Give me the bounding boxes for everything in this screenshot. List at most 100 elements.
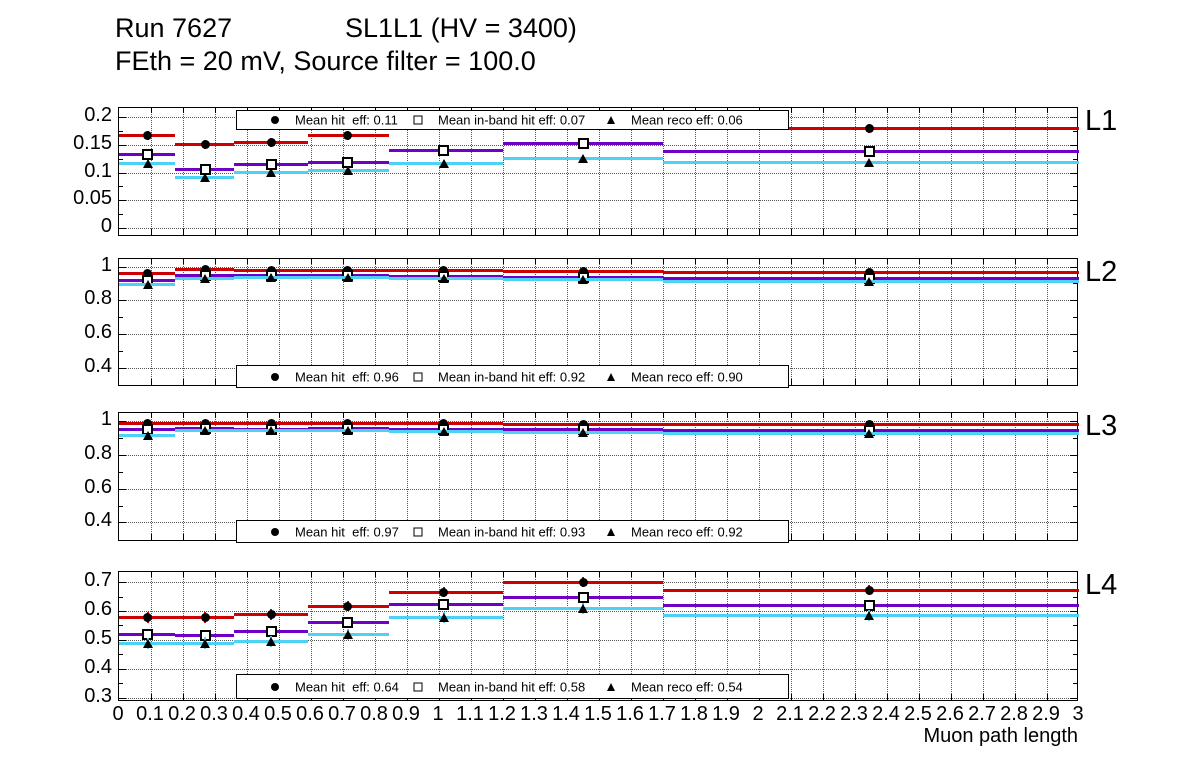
y-minor-tick-left xyxy=(119,472,123,473)
y-tick-left xyxy=(119,300,126,301)
x-tick-bottom xyxy=(983,534,984,540)
reco-marker-triangle xyxy=(864,157,875,167)
y-minor-tick-left xyxy=(119,438,123,439)
legend-box: Mean hit eff: 0.64 Mean in-band hit eff: … xyxy=(236,674,789,699)
x-tick-top xyxy=(151,413,152,418)
x-tick-bottom xyxy=(919,379,920,385)
y-minor-tick-left xyxy=(119,597,123,598)
x-tick-bottom xyxy=(823,534,824,540)
x-tick-bottom xyxy=(951,534,952,540)
y-tick-right xyxy=(1070,698,1077,699)
y-tick-left xyxy=(119,145,126,146)
x-tick-top xyxy=(855,108,856,113)
x-tick-top xyxy=(951,572,952,577)
panel-L1: Mean hit eff: 0.11 Mean in-band hit eff: … xyxy=(118,107,1079,236)
hit-marker-circle xyxy=(266,609,276,619)
hit-marker-circle xyxy=(343,131,353,141)
reco-marker-triangle xyxy=(200,638,211,648)
x-tick-bottom xyxy=(215,229,216,235)
x-tick-top xyxy=(631,413,632,418)
y-tick-right xyxy=(1070,300,1077,301)
x-tick-bottom xyxy=(1047,229,1048,235)
reco-marker-triangle xyxy=(142,280,153,290)
y-minor-tick-left xyxy=(119,214,123,215)
x-tick-top xyxy=(215,413,216,418)
x-tick-top xyxy=(983,259,984,264)
legend-filled-triangle-icon xyxy=(607,372,615,381)
x-tick-top xyxy=(823,108,824,113)
plot-area: Mean hit eff: 0.11 Mean in-band hit eff: … xyxy=(0,0,1196,772)
x-tick-top xyxy=(823,413,824,418)
x-tick-top xyxy=(215,259,216,264)
x-tick-top xyxy=(1015,572,1016,577)
y-tick-right xyxy=(1070,455,1077,456)
legend-entry-label: Mean reco eff: 0.90 xyxy=(631,369,743,384)
y-minor-tick-right xyxy=(1073,597,1077,598)
x-tick-top xyxy=(279,259,280,264)
x-tick-bottom xyxy=(215,534,216,540)
x-tick-bottom xyxy=(535,229,536,235)
reco-marker-triangle xyxy=(342,425,353,435)
x-tick-top xyxy=(183,108,184,113)
y-minor-tick-left xyxy=(119,131,123,132)
y-tick-label: 0.4 xyxy=(84,354,112,377)
x-tick-top xyxy=(887,572,888,577)
reco-marker-triangle xyxy=(864,611,875,621)
legend-box: Mean hit eff: 0.11 Mean in-band hit eff: … xyxy=(236,110,789,130)
x-tick-top xyxy=(311,413,312,418)
x-tick-top xyxy=(247,413,248,418)
y-tick-left xyxy=(119,522,126,523)
x-tick-top xyxy=(695,259,696,264)
y-tick-left xyxy=(119,582,126,583)
y-tick-left xyxy=(119,267,126,268)
x-tick-top xyxy=(599,259,600,264)
x-tick-top xyxy=(983,413,984,418)
x-tick-top xyxy=(535,413,536,418)
reco-marker-triangle xyxy=(578,428,588,438)
x-tick-bottom xyxy=(1015,379,1016,385)
x-tick-top xyxy=(663,572,664,577)
x-tick-bottom xyxy=(951,694,952,700)
x-tick-bottom xyxy=(887,534,888,540)
legend-box: Mean hit eff: 0.96 Mean in-band hit eff: … xyxy=(236,365,789,388)
x-tick-top xyxy=(727,413,728,418)
x-tick-top xyxy=(791,572,792,577)
inband-marker-square xyxy=(438,144,450,156)
y-minor-tick-left xyxy=(119,186,123,187)
x-tick-bottom xyxy=(375,229,376,235)
reco-marker-triangle xyxy=(142,158,153,168)
legend-filled-triangle-icon xyxy=(607,682,615,691)
y-gridline xyxy=(119,145,1077,146)
x-tick-bottom xyxy=(631,229,632,235)
x-tick-top xyxy=(1047,413,1048,418)
y-tick-left xyxy=(119,489,126,490)
x-tick-top xyxy=(727,259,728,264)
x-tick-top xyxy=(1015,413,1016,418)
x-tick-top xyxy=(343,259,344,264)
x-tick-bottom xyxy=(439,229,440,235)
x-tick-top xyxy=(983,108,984,113)
x-tick-top xyxy=(631,259,632,264)
x-tick-top xyxy=(919,259,920,264)
legend-entry-label: Mean hit eff: 0.11 xyxy=(295,112,398,128)
x-tick-top xyxy=(599,413,600,418)
x-tick-bottom xyxy=(1015,534,1016,540)
x-tick-top xyxy=(503,572,504,577)
x-tick-bottom xyxy=(983,229,984,235)
legend-filled-circle-icon xyxy=(271,527,279,536)
y-tick-right xyxy=(1070,421,1077,422)
reco-marker-triangle xyxy=(438,612,449,622)
y-tick-label: 1 xyxy=(100,407,112,430)
x-tick-top xyxy=(375,572,376,577)
x-tick-bottom xyxy=(215,379,216,385)
panel-label-L1: L1 xyxy=(1085,105,1118,137)
inband-marker-square xyxy=(577,591,589,603)
reco-marker-triangle xyxy=(438,158,449,168)
inband-marker-square xyxy=(342,617,354,629)
x-tick-top xyxy=(1047,259,1048,264)
y-tick-right xyxy=(1070,228,1077,229)
legend-open-square-icon xyxy=(413,682,423,691)
x-tick-top xyxy=(663,413,664,418)
legend-filled-circle-icon xyxy=(271,682,279,691)
y-tick-right xyxy=(1070,368,1077,369)
